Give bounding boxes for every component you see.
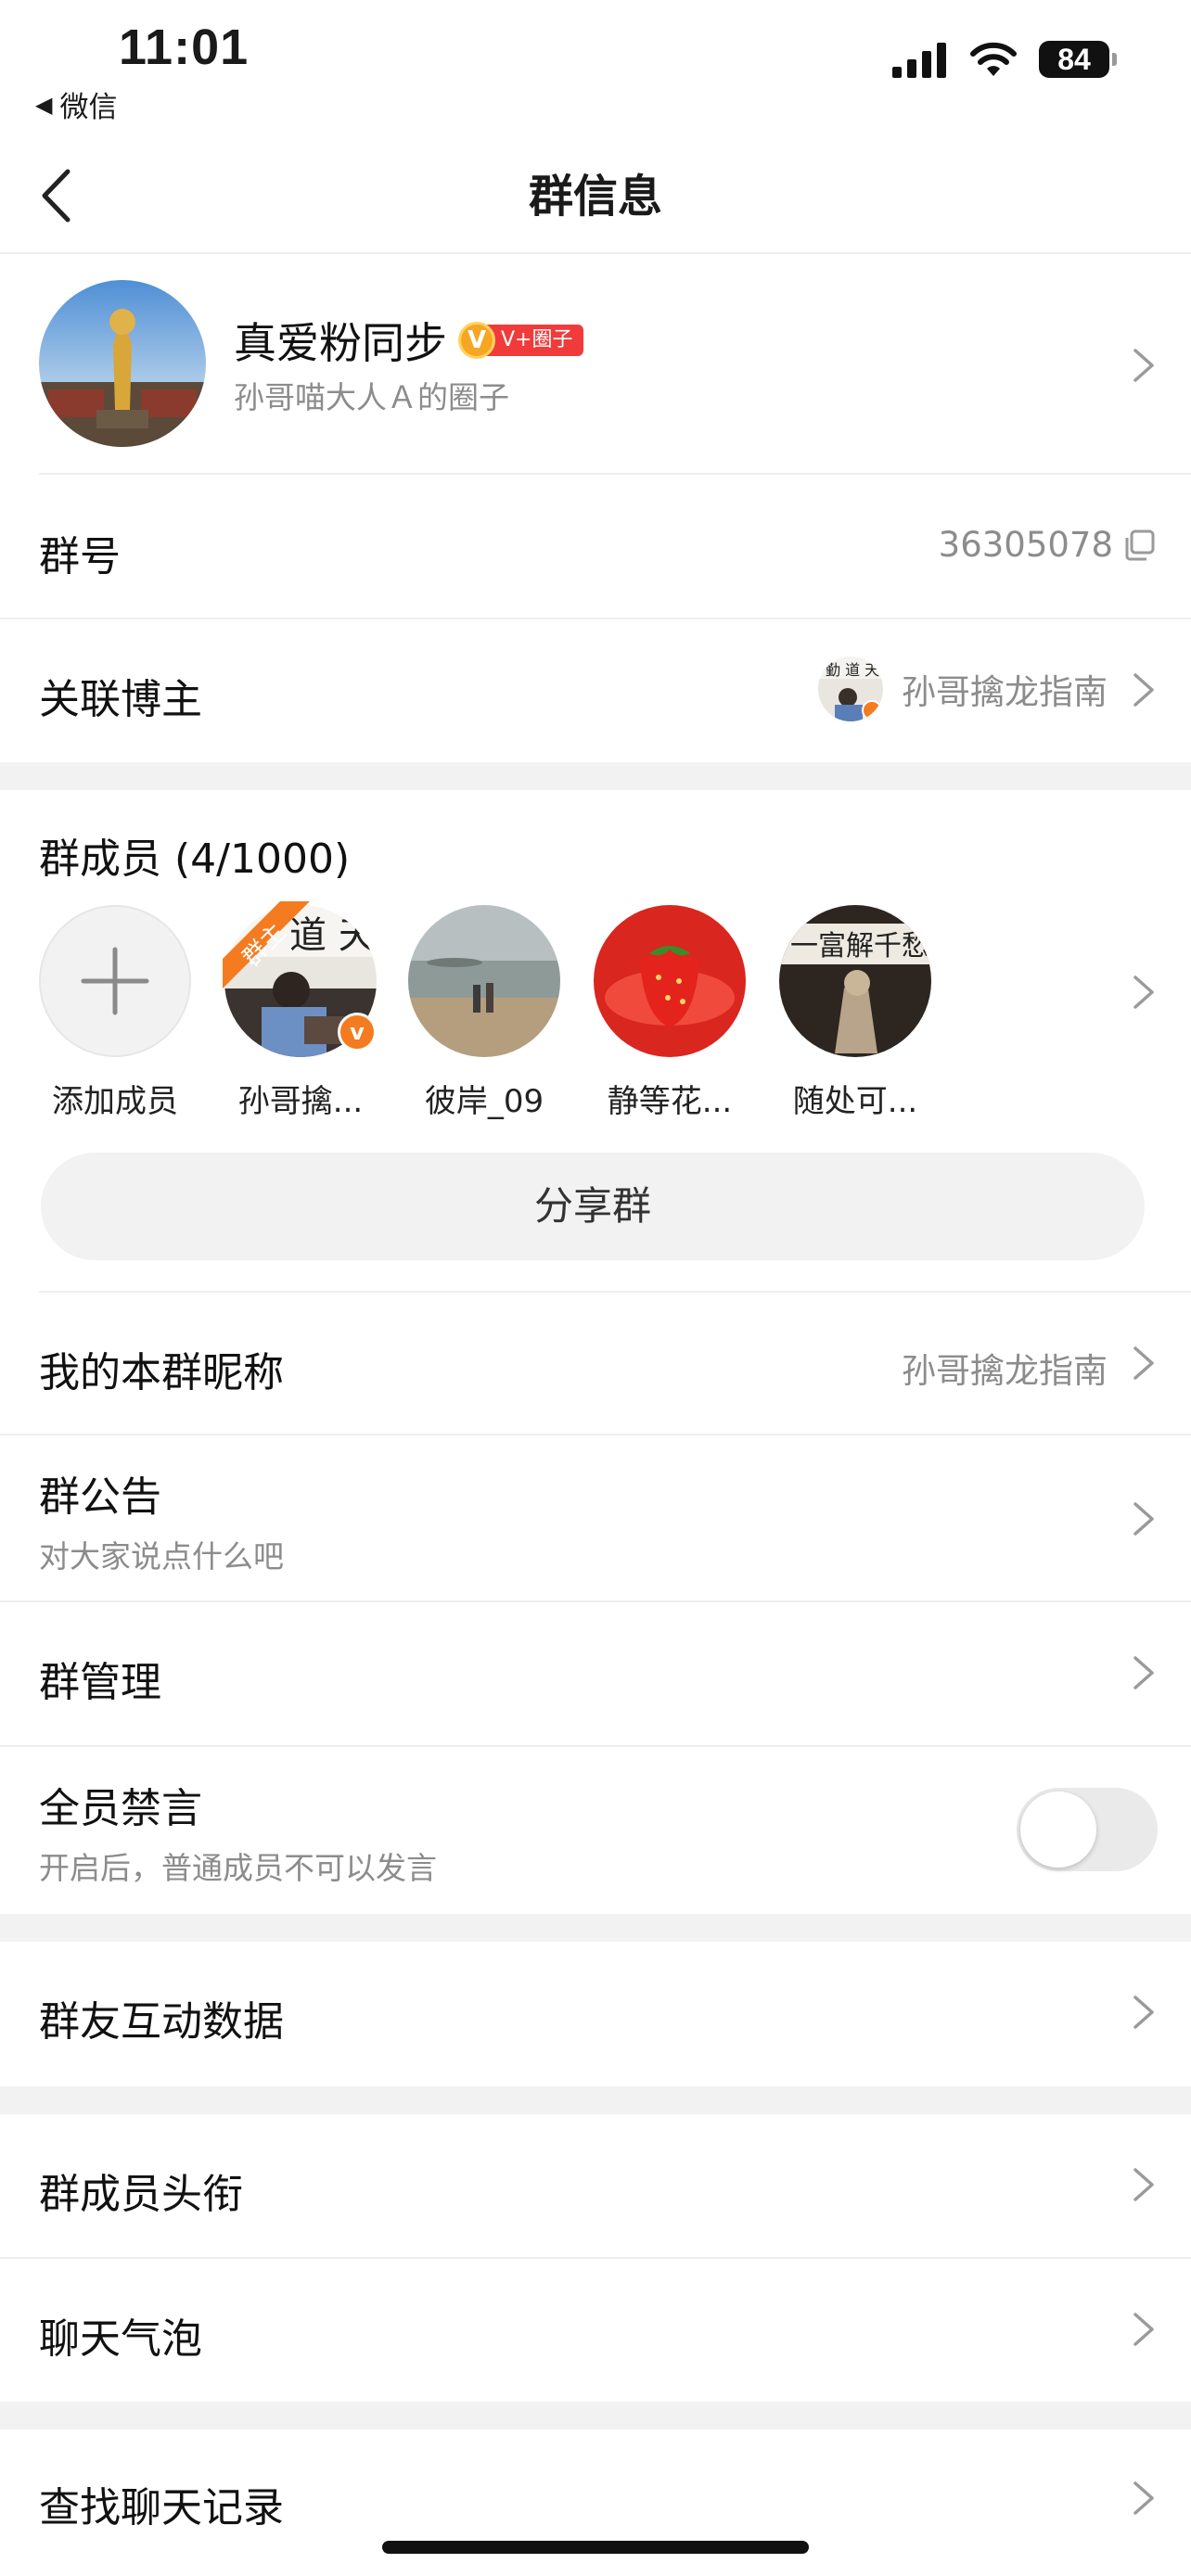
- chevron-right-icon: [1133, 1656, 1154, 1690]
- chat-bubble-label: 聊天气泡: [39, 2315, 202, 2363]
- group-id-label: 群号: [39, 533, 121, 580]
- battery-level: 84: [1039, 41, 1109, 78]
- group-name: 真爱粉同步: [234, 318, 447, 368]
- page-title: 群信息: [528, 171, 662, 223]
- group-profile-row[interactable]: 真爱粉同步 V V+圈子 孙哥喵大人Ａ的圈子: [0, 254, 1191, 475]
- share-group-button[interactable]: 分享群: [41, 1153, 1145, 1260]
- add-member-label: 添加成员: [52, 1083, 178, 1120]
- back-triangle-icon: ◀: [35, 91, 53, 118]
- section-separator: [0, 2086, 1191, 2114]
- member-item[interactable]: 彼岸_09: [408, 905, 560, 1121]
- status-bar: 11:01 ◀ 微信 84: [0, 0, 1191, 139]
- chevron-right-icon: [1133, 2168, 1154, 2201]
- plus-icon: [81, 947, 149, 1015]
- member-name: 随处可...: [792, 1083, 918, 1120]
- members-title: 群成员 (4/1000): [39, 835, 351, 883]
- chevron-right-icon: [1133, 1996, 1154, 2029]
- group-notice-subtitle: 对大家说点什么吧: [39, 1538, 284, 1575]
- linked-blogger-label: 关联博主: [39, 676, 202, 723]
- mute-all-label: 全员禁言: [39, 1785, 202, 1832]
- member-titles-row[interactable]: 群成员头衔: [0, 2114, 1191, 2259]
- linked-blogger-row[interactable]: 关联博主 勤 道 天 孙哥擒龙指南: [0, 619, 1191, 762]
- group-id-row: 群号 36305078: [0, 475, 1191, 619]
- group-id-value-wrap: 36305078: [939, 525, 1156, 565]
- vip-circle-badge: V V+圈子: [458, 322, 584, 359]
- my-nickname-label: 我的本群昵称: [39, 1349, 284, 1396]
- chat-bubble-row[interactable]: 聊天气泡: [0, 2259, 1191, 2402]
- vip-badge-icon: V: [458, 322, 495, 359]
- section-separator: [0, 1914, 1191, 1942]
- chevron-right-icon: [1133, 2481, 1154, 2515]
- group-name-row: 真爱粉同步 V V+圈子: [234, 310, 584, 371]
- svg-text:勤 道 天: 勤 道 天: [826, 661, 879, 679]
- chevron-right-icon: [1133, 1346, 1154, 1380]
- add-member-button[interactable]: 添加成员: [39, 905, 191, 1121]
- signal-icon: [892, 43, 946, 78]
- member-avatar: 一富解千愁: [779, 905, 931, 1057]
- nav-bar: 群信息: [0, 139, 1191, 254]
- section-separator: [0, 762, 1191, 790]
- battery-icon: 84: [1039, 41, 1117, 78]
- search-history-label: 查找聊天记录: [39, 2484, 284, 2531]
- member-titles-label: 群成员头衔: [39, 2171, 243, 2218]
- wifi-icon: [970, 42, 1017, 76]
- back-to-app-link[interactable]: ◀ 微信: [35, 83, 117, 125]
- linked-blogger-name: 孙哥擒龙指南: [902, 672, 1108, 712]
- mute-all-row: 全员禁言 开启后，普通成员不可以发言: [0, 1747, 1191, 1914]
- search-history-row[interactable]: 查找聊天记录: [0, 2429, 1191, 2576]
- interaction-data-row[interactable]: 群友互动数据: [0, 1942, 1191, 2086]
- member-name: 孙哥擒...: [237, 1083, 364, 1120]
- member-item[interactable]: 道 天 群主 v 孙哥擒...: [223, 901, 377, 1121]
- vip-badge-label: V+圈子: [484, 325, 584, 356]
- group-notice-row[interactable]: 群公告 对大家说点什么吧: [0, 1435, 1191, 1602]
- mute-all-subtitle: 开启后，普通成员不可以发言: [39, 1850, 437, 1886]
- add-member-avatar: [39, 905, 191, 1057]
- my-nickname-row[interactable]: 我的本群昵称 孙哥擒龙指南: [0, 1293, 1191, 1435]
- chevron-right-icon: [1133, 1502, 1154, 1536]
- member-item[interactable]: 一富解千愁 随处可...: [779, 905, 931, 1121]
- group-manage-row[interactable]: 群管理: [0, 1602, 1191, 1747]
- svg-text:一富解千愁: 一富解千愁: [790, 930, 929, 963]
- members-chevron-right-icon[interactable]: [1132, 974, 1156, 1011]
- mute-all-toggle[interactable]: [1017, 1788, 1158, 1871]
- chevron-right-icon: [1133, 2313, 1154, 2346]
- chevron-right-icon: [1133, 673, 1154, 707]
- linked-blogger-value-wrap: 勤 道 天 孙哥擒龙指南: [818, 657, 1108, 721]
- status-icons: 84: [892, 41, 1117, 78]
- member-name: 静等花...: [607, 1083, 733, 1120]
- group-subtitle: 孙哥喵大人Ａ的圈子: [234, 379, 509, 415]
- home-indicator: [382, 2541, 809, 2554]
- group-id-value: 36305078: [938, 525, 1113, 565]
- group-manage-label: 群管理: [39, 1659, 161, 1706]
- my-nickname-value: 孙哥擒龙指南: [902, 1351, 1108, 1391]
- section-separator: [0, 2402, 1191, 2429]
- verified-badge-icon: v: [338, 1013, 377, 1052]
- member-avatar: [594, 905, 746, 1057]
- group-notice-label: 群公告: [39, 1473, 161, 1521]
- member-item[interactable]: 静等花...: [594, 905, 746, 1121]
- status-time: 11:01: [119, 19, 250, 75]
- chevron-right-icon: [1133, 349, 1154, 382]
- member-avatar: 道 天 群主 v: [223, 901, 377, 1057]
- blogger-avatar: 勤 道 天: [818, 657, 883, 721]
- copy-icon[interactable]: [1122, 529, 1156, 562]
- member-name: 彼岸_09: [424, 1083, 544, 1120]
- back-app-label: 微信: [59, 91, 118, 124]
- member-avatar: [408, 905, 560, 1057]
- owner-ribbon: 群主: [223, 901, 310, 988]
- interaction-data-label: 群友互动数据: [39, 1998, 284, 2046]
- toggle-knob: [1020, 1792, 1096, 1868]
- group-avatar: [39, 280, 206, 447]
